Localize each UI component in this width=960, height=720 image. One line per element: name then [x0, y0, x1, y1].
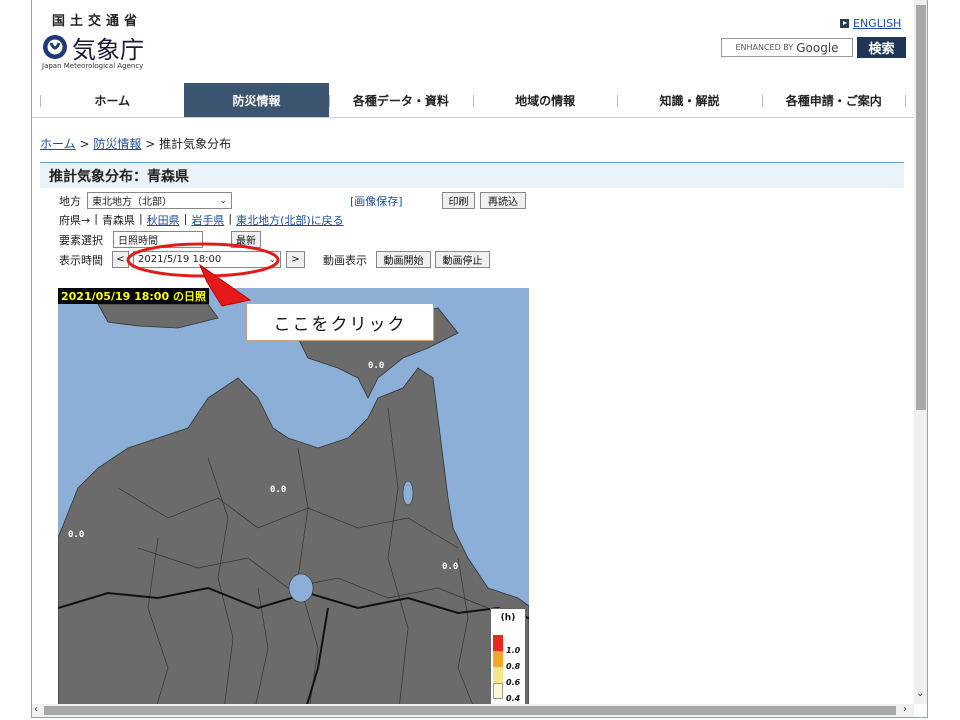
annotation-overlay: [126, 242, 280, 307]
scroll-left-icon[interactable]: ‹: [34, 704, 38, 715]
browser-viewport: 国土交通省 気象庁 Japan Meteorological Agency EN…: [31, 0, 928, 718]
vertical-scrollbar-thumb[interactable]: [916, 5, 926, 410]
callout-box: ここをクリック: [246, 303, 434, 341]
scroll-right-icon[interactable]: ›: [903, 704, 907, 715]
vertical-scrollbar[interactable]: [914, 0, 927, 704]
horizontal-scrollbar[interactable]: [32, 704, 914, 717]
scroll-down-icon[interactable]: ⌄: [916, 688, 924, 699]
horizontal-scrollbar-thumb[interactable]: [44, 706, 896, 715]
